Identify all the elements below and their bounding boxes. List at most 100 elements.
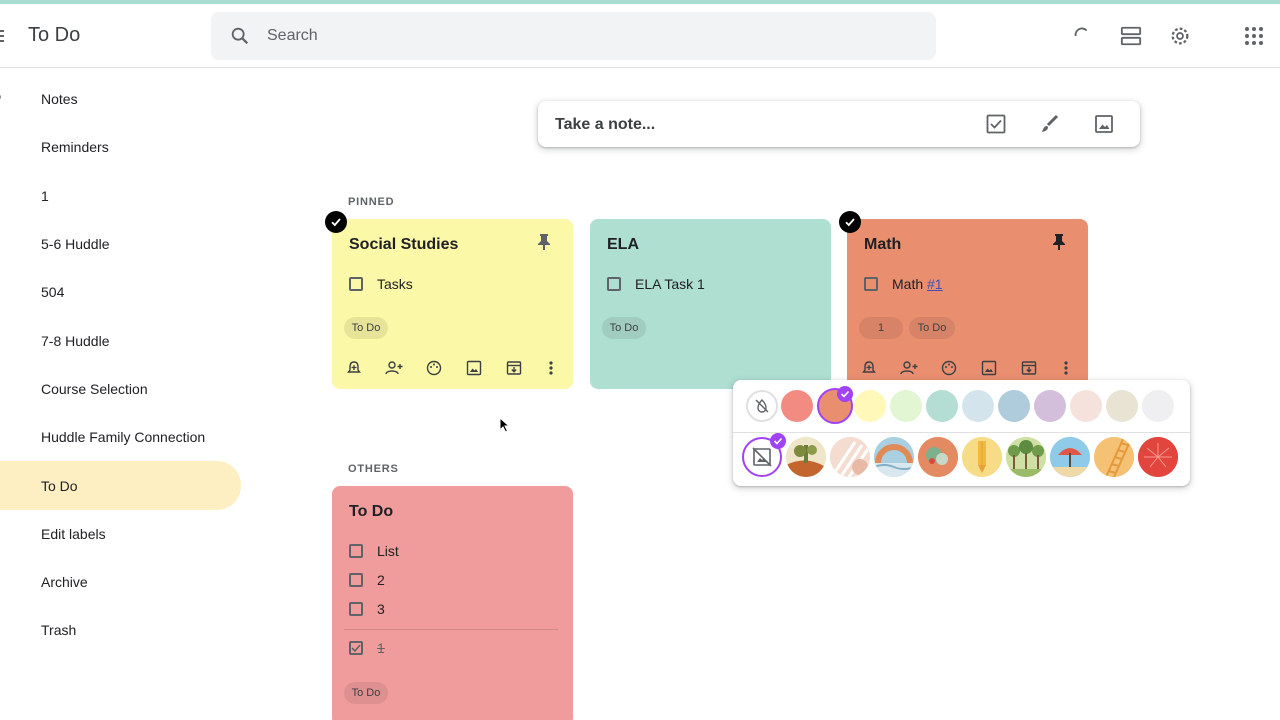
refresh-icon[interactable] (1068, 22, 1096, 50)
remind-me-icon[interactable] (344, 358, 364, 378)
palette-icon[interactable] (939, 358, 959, 378)
sidebar-item-notes[interactable]: Notes (0, 75, 250, 123)
sidebar-item-edit-labels[interactable]: Edit labels (0, 510, 250, 558)
checkbox[interactable] (607, 277, 621, 291)
sidebar-item-label: Reminders (41, 139, 109, 156)
new-list-icon[interactable] (984, 112, 1008, 136)
note-card-social-studies[interactable]: Social Studies Tasks To Do (332, 219, 573, 389)
color-swatch-pink[interactable] (1070, 390, 1102, 422)
color-swatch-purple[interactable] (1034, 390, 1066, 422)
apps-grid-icon[interactable] (1240, 22, 1268, 50)
checkbox[interactable] (349, 573, 363, 587)
sidebar-item-label: 1 (41, 187, 49, 204)
background-food-swatch[interactable] (830, 437, 870, 477)
checkbox[interactable] (349, 277, 363, 291)
sidebar-item-504[interactable]: 504 (0, 268, 250, 316)
sidebar-item-huddle-family-connection[interactable]: Huddle Family Connection (0, 413, 250, 461)
more-options-icon[interactable] (541, 358, 561, 378)
note-card-ela[interactable]: ELA ELA Task 1 To Do (590, 219, 831, 389)
checkbox[interactable] (864, 277, 878, 291)
bell-icon (0, 140, 5, 154)
sidebar-item-label: Trash (41, 622, 77, 639)
collaborator-icon[interactable] (384, 358, 404, 378)
more-options-icon[interactable] (1056, 358, 1076, 378)
palette-icon[interactable] (424, 358, 444, 378)
background-celebration-swatch[interactable] (1138, 437, 1178, 477)
background-travel-swatch[interactable] (1050, 437, 1090, 477)
checkbox[interactable] (349, 544, 363, 558)
no-color-swatch[interactable] (746, 390, 778, 422)
background-groceries-swatch[interactable] (786, 437, 826, 477)
note-title: Social Studies (349, 236, 459, 253)
note-card-to-do[interactable]: To Do List 2 3 1 To Do (332, 486, 573, 720)
checklist-item[interactable]: 2 (349, 572, 385, 588)
checklist-item[interactable]: 3 (349, 601, 385, 617)
new-image-icon[interactable] (1092, 112, 1116, 136)
label-chip[interactable]: To Do (909, 317, 955, 339)
color-swatch-gray[interactable] (1142, 390, 1174, 422)
add-image-icon[interactable] (979, 358, 999, 378)
checklist-item-text: List (377, 543, 399, 559)
main-menu-icon[interactable] (0, 30, 4, 45)
label-chip[interactable]: To Do (344, 317, 388, 339)
background-notes-swatch[interactable] (962, 437, 1002, 477)
sidebar-item-label: 5-6 Huddle (41, 236, 110, 253)
color-swatch-red[interactable] (781, 390, 813, 422)
sidebar-item-label: 504 (41, 284, 65, 301)
item-link[interactable]: #1 (927, 276, 943, 292)
sidebar-item-archive[interactable]: Archive (0, 558, 250, 606)
search-icon[interactable] (229, 25, 251, 52)
checked-item[interactable]: 1 (349, 640, 385, 656)
checklist-item[interactable]: ELA Task 1 (607, 276, 705, 292)
archive-icon (0, 575, 5, 589)
take-note-placeholder[interactable]: Take a note... (555, 116, 655, 134)
sidebar-item-7-8-huddle[interactable]: 7-8 Huddle (0, 316, 250, 364)
background-video-swatch[interactable] (1094, 437, 1134, 477)
archive-icon[interactable] (504, 358, 524, 378)
label-chip[interactable]: To Do (602, 317, 646, 339)
checklist-item[interactable]: Tasks (349, 276, 413, 292)
collaborator-icon[interactable] (899, 358, 919, 378)
label-icon (0, 430, 5, 444)
note-title: ELA (607, 236, 639, 253)
label-chip[interactable]: To Do (344, 682, 388, 704)
color-swatch-blue[interactable] (962, 390, 994, 422)
checklist-item[interactable]: Math #1 (864, 276, 943, 292)
archive-icon[interactable] (1019, 358, 1039, 378)
sidebar-item-5-6-huddle[interactable]: 5-6 Huddle (0, 220, 250, 268)
sidebar-item-trash[interactable]: Trash (0, 606, 250, 654)
sidebar-item-course-selection[interactable]: Course Selection (0, 365, 250, 413)
sidebar-item-to-do[interactable]: To Do (0, 461, 241, 510)
search-bar[interactable] (211, 12, 936, 60)
list-view-icon[interactable] (1117, 22, 1145, 50)
label-icon (0, 478, 5, 492)
bulb-icon (0, 92, 5, 106)
new-drawing-icon[interactable] (1038, 112, 1062, 136)
pin-icon[interactable] (1050, 233, 1068, 251)
background-places-swatch[interactable] (1006, 437, 1046, 477)
note-card-math[interactable]: Math Math #1 1 To Do (847, 219, 1088, 389)
sidebar-item-label: Archive (41, 574, 88, 591)
background-recipes-swatch[interactable] (918, 437, 958, 477)
color-swatch-dark-blue[interactable] (998, 390, 1030, 422)
add-image-icon[interactable] (464, 358, 484, 378)
background-music-swatch[interactable] (874, 437, 914, 477)
remind-me-icon[interactable] (859, 358, 879, 378)
label-chip[interactable]: 1 (859, 317, 903, 339)
color-swatch-teal[interactable] (926, 390, 958, 422)
settings-icon[interactable] (1166, 22, 1194, 50)
pin-icon[interactable] (535, 233, 553, 251)
search-input[interactable] (267, 12, 867, 60)
select-check-icon[interactable] (839, 211, 861, 233)
sidebar-item-label-1[interactable]: 1 (0, 172, 250, 220)
checklist-item[interactable]: List (349, 543, 399, 559)
select-check-icon[interactable] (325, 211, 347, 233)
color-swatch-yellow[interactable] (854, 390, 886, 422)
color-palette-popup (733, 380, 1190, 486)
checkbox-checked[interactable] (349, 641, 363, 655)
color-swatch-green[interactable] (890, 390, 922, 422)
checkbox[interactable] (349, 602, 363, 616)
color-swatch-brown[interactable] (1106, 390, 1138, 422)
take-note-bar[interactable]: Take a note... (538, 101, 1140, 147)
sidebar-item-reminders[interactable]: Reminders (0, 123, 250, 171)
